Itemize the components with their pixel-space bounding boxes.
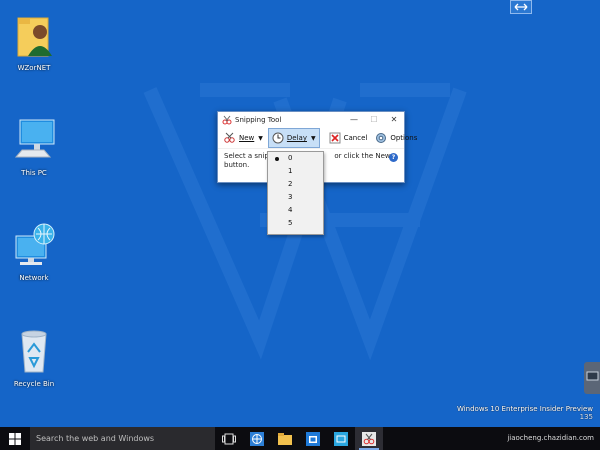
watermark-line2: 135 [579,413,593,421]
taskbar-snipping-tool-button[interactable] [355,427,383,450]
task-view-button[interactable] [215,427,243,450]
cancel-button[interactable]: Cancel [326,129,371,147]
side-widget-handle[interactable] [584,362,600,394]
new-dropdown-arrow-icon[interactable]: ▼ [258,135,263,142]
scissors-icon [222,115,232,125]
title-bar[interactable]: Snipping Tool — ☐ ✕ [218,112,404,128]
delay-button[interactable]: Delay ▼ [267,128,320,148]
store-icon [306,431,320,446]
user-folder-icon [10,12,58,58]
instruction-right: or click the New [334,152,391,160]
minimize-button[interactable]: — [344,112,364,128]
selected-bullet-icon [275,157,279,161]
clock-icon [272,132,284,144]
delay-option[interactable]: 5 [268,217,323,230]
taskbar-browser-button[interactable] [243,427,271,450]
delay-option[interactable]: 3 [268,191,323,204]
new-snip-icon [224,132,235,143]
monitor-icon [586,371,599,381]
folder-icon [278,432,292,445]
globe-icon [250,431,264,446]
delay-option[interactable]: 2 [268,178,323,191]
taskbar: Search the web and Windows jiaocheng.cha… [0,427,600,450]
desktop-icon-network[interactable]: Network [2,222,66,282]
delay-dropdown-arrow-icon: ▼ [310,134,316,142]
desktop-icon-label: WZorNET [17,64,51,72]
watermark-line1: Windows 10 Enterprise Insider Preview [456,405,593,413]
recycle-bin-icon [10,328,58,374]
tray-watermark-text: jiaocheng.chazidian.com [507,434,594,442]
network-icon [10,222,58,268]
desktop-icon-label: Recycle Bin [13,380,55,388]
options-button[interactable]: Options [372,129,420,147]
desktop-icon-this-pc[interactable]: This PC [2,117,66,177]
computer-icon [10,117,58,163]
desktop-resize-button[interactable] [510,0,532,14]
windows-logo-icon [9,432,21,445]
desktop-icon-wzornet[interactable]: WZorNET [2,12,66,72]
start-button[interactable] [0,427,30,450]
desktop-icon-label: Network [19,274,49,282]
delay-option[interactable]: 1 [268,165,323,178]
app-icon [334,431,348,446]
taskbar-file-explorer-button[interactable] [271,427,299,450]
gear-icon [376,133,387,143]
scissors-icon [362,431,376,446]
cancel-icon [329,132,341,144]
new-button[interactable]: New ▼ [221,129,266,147]
search-input[interactable]: Search the web and Windows [30,427,215,450]
toolbar: New ▼ Delay ▼ Cancel Options [218,128,417,149]
cancel-label: Cancel [343,134,368,142]
close-button[interactable]: ✕ [384,112,404,128]
window-title: Snipping Tool [235,116,282,124]
delay-option[interactable]: 0 [268,152,323,165]
desktop-icon-label: This PC [21,169,47,177]
delay-dropdown-menu: 0 1 2 3 4 5 [267,151,324,235]
taskbar-store-button[interactable] [299,427,327,450]
maximize-button[interactable]: ☐ [364,112,384,128]
taskbar-app-button[interactable] [327,427,355,450]
help-icon[interactable]: ? [389,153,398,162]
options-label: Options [390,134,418,142]
build-watermark: Windows 10 Enterprise Insider Preview 13… [457,405,593,421]
resize-arrows-icon [514,3,528,11]
task-view-icon [222,433,236,444]
delay-option[interactable]: 4 [268,204,323,217]
delay-label: Delay [286,134,307,142]
desktop-icon-recycle-bin[interactable]: Recycle Bin [2,328,66,388]
new-label: New [239,134,255,142]
